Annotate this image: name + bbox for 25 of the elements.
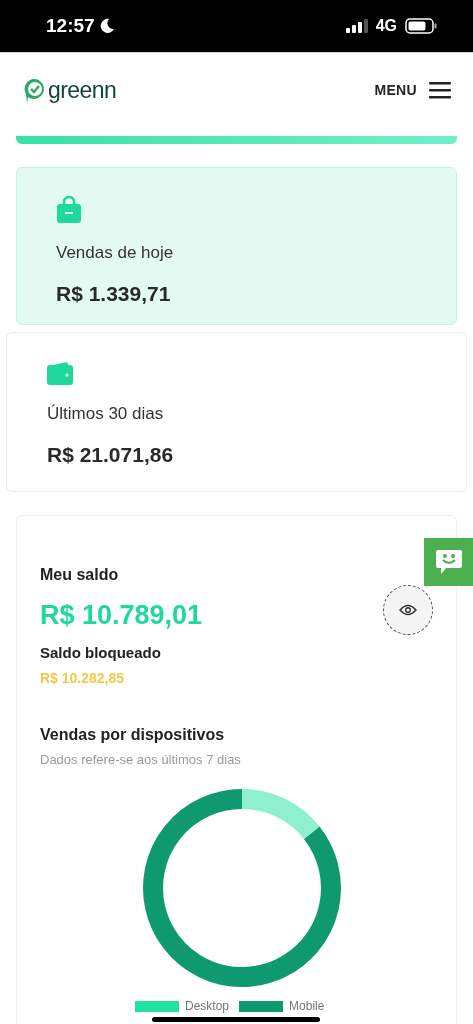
balance-title: Meu saldo	[40, 565, 120, 585]
legend-label: Mobile	[289, 998, 325, 1015]
signal-icon	[345, 19, 368, 33]
shopping-bag-icon	[56, 196, 82, 224]
balance-value: R$ 10.789,01	[40, 599, 203, 632]
legend-label: Desktop	[185, 998, 230, 1015]
smiley-chat-icon	[434, 549, 463, 575]
logo-wordmark: greenn	[48, 79, 117, 102]
blocked-value: R$ 10.282,85	[40, 669, 126, 688]
card-label: Últimos 30 dias	[47, 403, 165, 425]
card-value: R$ 1.339,71	[56, 280, 172, 307]
card-value: R$ 21.071,86	[47, 441, 175, 468]
eye-button[interactable]	[383, 585, 433, 635]
network-label: 4G	[375, 16, 397, 36]
eye-icon	[399, 604, 417, 616]
wallet-icon	[47, 361, 73, 385]
blocked-label: Saldo bloqueado	[40, 642, 162, 663]
clock-time: 12:57	[46, 13, 95, 38]
devices-subtitle: Dados refere-se aos últimos 7 dias	[40, 751, 242, 769]
moon-icon	[98, 18, 115, 34]
devices-title: Vendas por dispositivos	[40, 725, 226, 745]
battery-icon	[405, 18, 437, 34]
menu-icon	[429, 82, 451, 99]
card-label: Vendas de hoje	[56, 242, 175, 264]
menu-button[interactable]: MENU	[374, 80, 451, 101]
